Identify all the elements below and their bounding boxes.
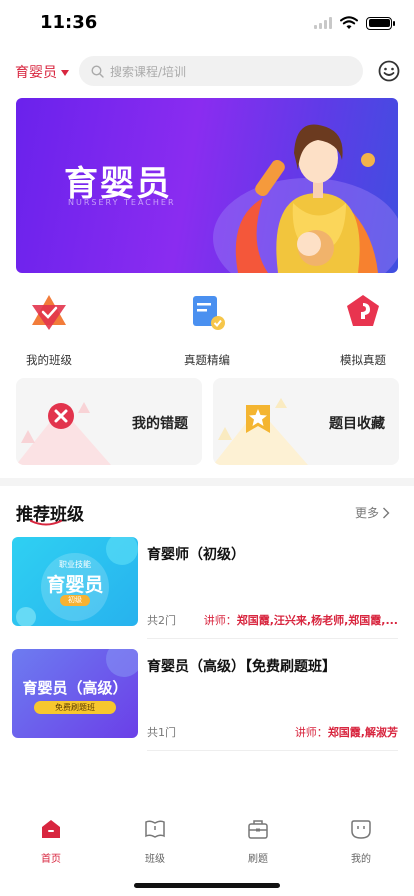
search-input[interactable]: 搜索课程/培训 (79, 56, 363, 86)
course-name: 育婴员（高级）【免费刷题班】 (147, 659, 336, 675)
status-time: 11:36 (40, 12, 98, 33)
caret-down-icon (61, 70, 69, 76)
card-label: 题目收藏 (329, 416, 385, 432)
tab-practice[interactable]: 刷题 (223, 818, 293, 865)
chevron-right-icon (383, 507, 390, 518)
briefcase-icon (248, 820, 268, 839)
course-thumbnail: 育婴员（高级） 免费刷题班 (12, 649, 138, 738)
course-count: 共2门 (147, 614, 176, 627)
thumb-badge: 免费刷题班 (34, 701, 116, 714)
course-teachers: 讲师：郑国霞,汪兴来,杨老师,郑国霞,... (204, 612, 398, 628)
card-label: 我的错题 (132, 416, 188, 432)
quick-links-row: 我的班级 真题精编 模拟真题 (0, 292, 414, 368)
quick-exam-collection[interactable]: 真题精编 (162, 292, 252, 368)
tab-profile[interactable]: 我的 (326, 818, 396, 865)
tab-home[interactable]: 首页 (16, 818, 86, 865)
signal-icon (314, 17, 332, 29)
title-underline (30, 520, 62, 526)
mock-exam-icon (347, 295, 379, 326)
teacher-names: 郑国霞,解淑芳 (327, 726, 398, 739)
more-link[interactable]: 更多 (355, 504, 390, 521)
row-divider (147, 638, 398, 639)
section-divider (0, 478, 414, 486)
course-thumbnail: 职业技能 育婴员 初级 (12, 537, 138, 626)
home-indicator (134, 883, 280, 888)
bottom-tab-bar: 首页 班级 刷题 我的 (0, 818, 414, 878)
profile-icon (351, 820, 371, 839)
home-icon (42, 820, 60, 838)
quick-mock-exam[interactable]: 模拟真题 (318, 292, 408, 368)
quick-my-class[interactable]: 我的班级 (4, 292, 94, 368)
teacher-prefix: 讲师： (203, 614, 237, 627)
banner-subtitle: NURSERY TEACHER (68, 198, 176, 207)
tab-label: 首页 (41, 854, 61, 865)
status-bar: 11:36 (0, 0, 414, 46)
book-icon (145, 820, 165, 838)
wrong-questions-card[interactable]: 我的错题 (16, 378, 202, 465)
course-item[interactable]: 职业技能 育婴员 初级 育婴师（初级） 共2门 讲师：郑国霞,汪兴来,杨老师,郑… (12, 537, 398, 639)
thumb-title: 育婴员（高级） (22, 679, 128, 697)
thumb-tag: 职业技能 (59, 560, 91, 569)
course-teachers: 讲师：郑国霞,解淑芳 (295, 724, 398, 740)
teacher-names: 郑国霞,汪兴来,杨老师,郑国霞,... (236, 614, 398, 627)
row-divider (147, 750, 398, 751)
favorites-card[interactable]: 题目收藏 (213, 378, 399, 465)
promo-banner[interactable]: 育婴员 NURSERY TEACHER (16, 98, 398, 273)
status-icons (314, 16, 395, 30)
more-label: 更多 (354, 506, 379, 520)
course-count: 共1门 (147, 726, 176, 739)
class-badge-icon (32, 295, 66, 330)
role-selector[interactable]: 育婴员 (15, 62, 69, 82)
battery-icon (366, 16, 395, 30)
thumb-badge: 初级 (60, 595, 90, 606)
quick-label: 我的班级 (26, 353, 72, 367)
star-bookmark-icon (213, 398, 308, 465)
thumb-title: 育婴员 (46, 574, 104, 596)
quick-label: 模拟真题 (340, 353, 386, 367)
wifi-icon (340, 16, 358, 29)
role-label: 育婴员 (15, 65, 57, 81)
scroll-document-icon (193, 296, 225, 330)
quick-label: 真题精编 (184, 353, 230, 367)
course-item[interactable]: 育婴员（高级） 免费刷题班 育婴员（高级）【免费刷题班】 共1门 讲师：郑国霞,… (12, 649, 398, 751)
tab-label: 班级 (145, 854, 165, 865)
course-name: 育婴师（初级） (147, 547, 245, 563)
tab-label: 刷题 (248, 854, 268, 865)
search-placeholder: 搜索课程/培训 (110, 64, 187, 79)
top-bar: 育婴员 搜索课程/培训 (0, 56, 414, 88)
wrong-x-icon (16, 402, 111, 465)
tab-class[interactable]: 班级 (120, 818, 190, 865)
tab-label: 我的 (351, 854, 371, 865)
teacher-prefix: 讲师： (294, 726, 328, 739)
nursery-illustration-icon (213, 124, 398, 273)
search-icon (91, 64, 104, 78)
smile-face-icon[interactable] (378, 60, 400, 82)
